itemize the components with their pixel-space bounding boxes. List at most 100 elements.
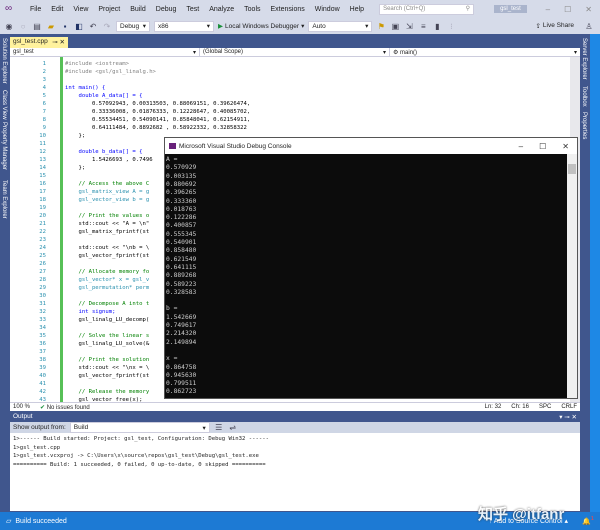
open-icon[interactable]: ▰ bbox=[46, 22, 56, 31]
account-icon[interactable]: ♙ bbox=[584, 22, 594, 31]
new-item-icon[interactable]: ▤ bbox=[32, 22, 42, 31]
output-source-dropdown[interactable]: Build ▾ bbox=[69, 422, 210, 433]
menu-help[interactable]: Help bbox=[345, 6, 369, 13]
tab-server-explorer[interactable]: Server Explorer bbox=[581, 38, 587, 80]
output-title: Output bbox=[13, 413, 33, 420]
clear-all-icon[interactable]: ☰ bbox=[214, 423, 224, 432]
maximize-icon[interactable]: ☐ bbox=[564, 5, 571, 14]
menu-tools[interactable]: Tools bbox=[239, 6, 265, 13]
code-line: 4 int main() { bbox=[10, 84, 106, 92]
menu-extensions[interactable]: Extensions bbox=[266, 6, 310, 13]
search-input[interactable]: Search (Ctrl+Q) ⚲ bbox=[379, 3, 475, 15]
scope-dropdown[interactable]: (Global Scope) ▾ bbox=[200, 48, 390, 56]
platform-dropdown[interactable]: x86 ▾ bbox=[154, 20, 214, 32]
console-line: 0.540901 bbox=[166, 239, 197, 246]
maximize-icon[interactable]: ☐ bbox=[539, 142, 546, 151]
tab-team-explorer[interactable]: Team Explorer bbox=[1, 180, 7, 219]
code-text: gsl_permutation* perm bbox=[65, 285, 150, 291]
code-line: 36 gsl_linalg_LU_solve(& bbox=[10, 340, 149, 348]
forward-icon[interactable]: ○ bbox=[18, 22, 28, 31]
debug-target-dropdown[interactable]: Auto ▾ bbox=[308, 20, 373, 32]
panel-controls-icon[interactable]: ▾ ⊸ ✕ bbox=[559, 413, 577, 422]
tab-properties[interactable]: Properties bbox=[581, 112, 587, 139]
tab-toolbox[interactable]: Toolbox bbox=[581, 86, 587, 107]
save-all-icon[interactable]: ◧ bbox=[74, 22, 84, 31]
notifications-icon[interactable]: 🔔1 bbox=[582, 516, 594, 525]
tab-solution-explorer[interactable]: Solution Explorer bbox=[1, 38, 7, 84]
status-message: Build succeeded bbox=[15, 517, 67, 525]
chevron-down-icon: ▾ bbox=[365, 23, 369, 30]
step-icon[interactable]: ⇲ bbox=[404, 22, 414, 31]
save-icon[interactable]: ▪ bbox=[60, 22, 70, 31]
close-icon[interactable]: ✕ bbox=[585, 5, 592, 14]
debug-console-window[interactable]: Microsoft Visual Studio Debug Console – ☐… bbox=[164, 137, 578, 399]
line-number: 15 bbox=[39, 173, 46, 179]
line-number: 38 bbox=[39, 357, 46, 363]
find-icon[interactable]: ⚑ bbox=[376, 22, 386, 31]
menu-project[interactable]: Project bbox=[93, 6, 125, 13]
menu-test[interactable]: Test bbox=[181, 6, 204, 13]
chevron-down-icon: ▾ bbox=[142, 23, 146, 30]
word-wrap-icon[interactable]: ⇌ bbox=[228, 423, 238, 432]
output-text[interactable]: 1>------ Build started: Project: gsl_tes… bbox=[10, 433, 580, 469]
line-number: 27 bbox=[39, 269, 46, 275]
project-dropdown[interactable]: gsl_test ▾ bbox=[10, 48, 200, 56]
code-text: // Print the solution bbox=[65, 357, 150, 363]
code-line: 30 bbox=[10, 292, 65, 300]
close-icon[interactable]: ✕ bbox=[562, 142, 569, 151]
minimize-icon[interactable]: – bbox=[546, 5, 550, 14]
code-text: #include <gsl/gsl_linalg.h> bbox=[65, 69, 156, 75]
comment-icon[interactable]: ≡ bbox=[418, 22, 428, 31]
redo-icon[interactable]: ↷ bbox=[102, 22, 112, 31]
zoom-dropdown[interactable]: 100 % bbox=[13, 404, 30, 410]
screenshot-icon[interactable]: ▣ bbox=[390, 22, 400, 31]
code-line: 41 bbox=[10, 380, 65, 388]
bookmark-icon[interactable]: ▮ bbox=[432, 22, 442, 31]
menu-window[interactable]: Window bbox=[310, 6, 345, 13]
output-line: 1>------ Build started: Project: gsl_tes… bbox=[13, 436, 269, 442]
minimize-icon[interactable]: – bbox=[519, 142, 523, 151]
menu-debug[interactable]: Debug bbox=[151, 6, 182, 13]
start-debugging-button[interactable]: ▶ Local Windows Debugger ▾ bbox=[218, 22, 304, 31]
code-text: // Access the above C bbox=[65, 181, 150, 187]
console-line: 0.328583 bbox=[166, 288, 197, 296]
line-number: 24 bbox=[39, 245, 46, 251]
console-scrollbar[interactable] bbox=[567, 154, 577, 398]
console-line: 0.400857 bbox=[166, 222, 197, 230]
more-icon[interactable]: ⁝ bbox=[446, 22, 456, 31]
back-icon[interactable]: ◉ bbox=[4, 22, 14, 31]
line-number: 18 bbox=[39, 197, 46, 203]
editor-status-bar: 100 % ✔ No issues found Ln: 32 Ch: 16 SP… bbox=[10, 402, 580, 411]
code-line: 32 int signum; bbox=[10, 308, 115, 316]
configuration-dropdown[interactable]: Debug ▾ bbox=[116, 20, 150, 32]
undo-icon[interactable]: ↶ bbox=[88, 22, 98, 31]
close-tab-icon[interactable]: ⊸ ✕ bbox=[52, 38, 65, 47]
live-share-button[interactable]: ⇪ Live Share bbox=[535, 22, 574, 30]
menu-analyze[interactable]: Analyze bbox=[204, 6, 239, 13]
line-number: 8 bbox=[42, 117, 46, 123]
tab-property-manager[interactable]: Property Manager bbox=[1, 122, 7, 170]
console-title-bar[interactable]: Microsoft Visual Studio Debug Console – ☐… bbox=[165, 138, 577, 154]
scrollbar-thumb[interactable] bbox=[568, 164, 576, 174]
console-app-icon bbox=[169, 143, 176, 149]
menu-file[interactable]: File bbox=[25, 6, 46, 13]
tab-gsl-test-cpp[interactable]: gsl_test.cpp ⊸ ✕ bbox=[10, 37, 68, 48]
issues-indicator[interactable]: ✔ No issues found bbox=[40, 404, 90, 411]
code-text: 1.5426693 , 0.7496 bbox=[65, 157, 153, 163]
code-line: 5 double A_data[] = { bbox=[10, 92, 143, 100]
live-share-label: Live Share bbox=[542, 22, 574, 29]
show-output-label: Show output from: bbox=[13, 424, 66, 431]
code-line: 38 // Print the solution bbox=[10, 356, 149, 364]
menu-build[interactable]: Build bbox=[125, 6, 151, 13]
console-line: 0.862723 bbox=[166, 388, 197, 396]
menu-view[interactable]: View bbox=[68, 6, 93, 13]
member-dropdown[interactable]: ⚙ main() ▾ bbox=[390, 48, 580, 56]
code-line: 26 bbox=[10, 260, 65, 268]
tab-class-view[interactable]: Class View bbox=[1, 90, 7, 120]
menu-edit[interactable]: Edit bbox=[46, 6, 68, 13]
code-line: 19 bbox=[10, 204, 65, 212]
chevron-down-icon: ▾ bbox=[206, 23, 210, 30]
code-line: 33 gsl_linalg_LU_decomp( bbox=[10, 316, 149, 324]
